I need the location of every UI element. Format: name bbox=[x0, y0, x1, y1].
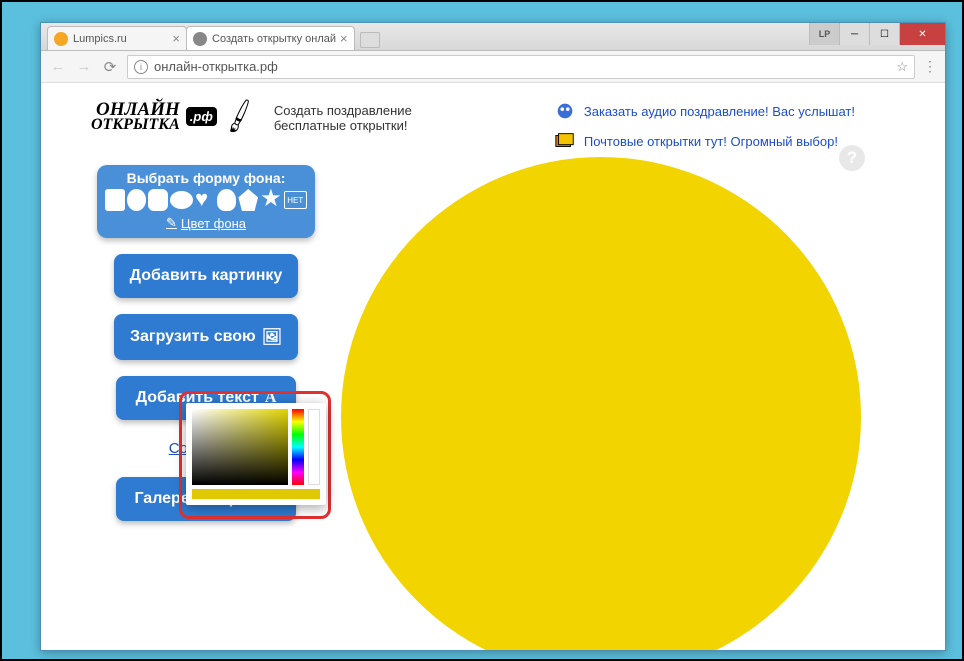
page-viewport: ОНЛАЙН ОТКРЫТКА .рф 🖌 Создать поздравлен… bbox=[41, 83, 945, 650]
shape-none[interactable]: НЕТ bbox=[284, 191, 307, 209]
browser-menu-button[interactable]: ⋮ bbox=[923, 58, 937, 75]
url-input[interactable]: i онлайн-открытка.рф ☆ bbox=[127, 55, 915, 79]
url-text: онлайн-открытка.рф bbox=[154, 59, 896, 74]
slogan: Создать поздравление бесплатные открытки… bbox=[274, 103, 412, 133]
titlebar: Lumpics.ru × Создать открытку онлай × LP… bbox=[41, 23, 945, 51]
background-color-link[interactable]: Цвет фона bbox=[105, 215, 307, 231]
browser-tab[interactable]: Создать открытку онлай × bbox=[186, 26, 355, 50]
minimize-button[interactable]: ─ bbox=[839, 23, 869, 45]
close-icon[interactable]: × bbox=[340, 31, 348, 46]
window-close-button[interactable]: ✕ bbox=[899, 23, 945, 45]
window-controls: LP ─ ☐ ✕ bbox=[809, 23, 945, 45]
logo-text: ОНЛАЙН ОТКРЫТКА bbox=[91, 101, 180, 132]
shape-row: ♥ ★ НЕТ bbox=[105, 189, 307, 211]
shape-cloud[interactable] bbox=[217, 189, 237, 211]
phone-icon bbox=[554, 101, 576, 121]
shape-circle[interactable] bbox=[127, 189, 147, 211]
shape-rounded-square[interactable] bbox=[148, 189, 168, 211]
hue-slider[interactable] bbox=[292, 409, 304, 485]
reload-button[interactable]: ⟳ bbox=[101, 58, 119, 76]
canvas-area: ? bbox=[321, 137, 945, 529]
site-info-icon[interactable]: i bbox=[134, 60, 148, 74]
address-bar: ← → ⟳ i онлайн-открытка.рф ☆ ⋮ bbox=[41, 51, 945, 83]
bookmark-icon[interactable]: ☆ bbox=[896, 59, 908, 75]
logo-badge: .рф bbox=[186, 107, 217, 126]
browser-window: Lumpics.ru × Создать открытку онлай × LP… bbox=[40, 22, 946, 651]
shape-oval[interactable] bbox=[170, 191, 193, 209]
shape-panel-title: Выбрать форму фона: bbox=[105, 170, 307, 186]
color-picker-popup bbox=[186, 403, 326, 505]
promo-audio-link[interactable]: Заказать аудио поздравление! Вас услышат… bbox=[584, 104, 855, 119]
shape-star[interactable]: ★ bbox=[260, 189, 282, 211]
shape-pentagon[interactable] bbox=[238, 189, 258, 211]
back-button[interactable]: ← bbox=[49, 58, 67, 76]
close-icon[interactable]: × bbox=[172, 31, 180, 46]
selected-color-swatch[interactable] bbox=[192, 489, 320, 499]
shape-selector-panel: Выбрать форму фона: ♥ ★ НЕТ Цвет фона bbox=[97, 165, 315, 238]
maximize-button[interactable]: ☐ bbox=[869, 23, 899, 45]
brush-icon: 🖌 bbox=[219, 97, 261, 137]
tab-strip: Lumpics.ru × Создать открытку онлай × bbox=[47, 22, 380, 50]
favicon-icon bbox=[193, 32, 207, 46]
card-background-shape[interactable] bbox=[341, 157, 861, 650]
alpha-slider[interactable] bbox=[308, 409, 320, 485]
tab-title: Создать открытку онлай bbox=[212, 33, 336, 45]
upload-own-button[interactable]: Загрузить свою 🖼 bbox=[114, 314, 298, 360]
shape-square[interactable] bbox=[105, 189, 125, 211]
image-icon: 🖼 bbox=[262, 327, 282, 347]
shape-heart[interactable]: ♥ bbox=[195, 189, 215, 211]
forward-button[interactable]: → bbox=[75, 58, 93, 76]
promo-audio: Заказать аудио поздравление! Вас услышат… bbox=[554, 101, 855, 121]
browser-tab[interactable]: Lumpics.ru × bbox=[47, 26, 187, 50]
new-tab-button[interactable] bbox=[360, 32, 380, 48]
profile-button[interactable]: LP bbox=[809, 23, 839, 45]
tab-title: Lumpics.ru bbox=[73, 33, 168, 45]
help-button[interactable]: ? bbox=[839, 145, 865, 171]
favicon-icon bbox=[54, 32, 68, 46]
add-image-button[interactable]: Добавить картинку bbox=[114, 254, 299, 298]
site-logo[interactable]: ОНЛАЙН ОТКРЫТКА .рф 🖌 bbox=[91, 101, 256, 132]
saturation-area[interactable] bbox=[192, 409, 288, 485]
content-area: ? Выбрать форму фона: ♥ ★ НЕТ bbox=[41, 157, 945, 529]
